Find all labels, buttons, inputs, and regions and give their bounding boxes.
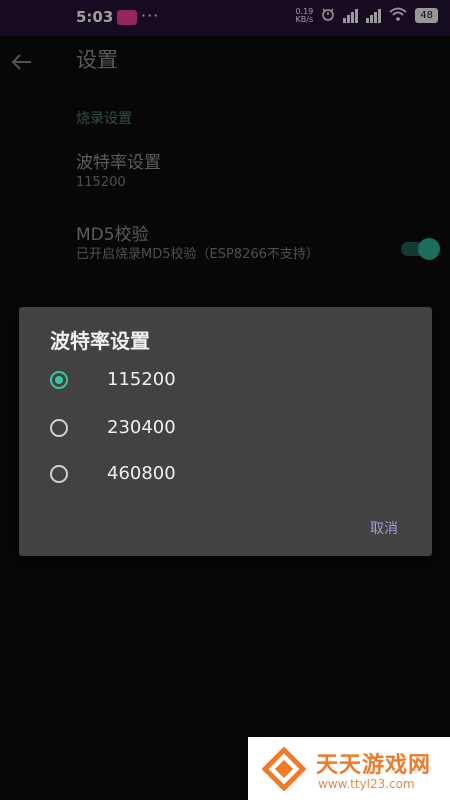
option-115200[interactable]: 115200	[19, 360, 432, 404]
option-label: 460800	[107, 463, 176, 484]
dialog-title: 波特率设置	[50, 329, 150, 353]
radio-checked-icon[interactable]	[50, 371, 68, 389]
radio-unchecked-icon[interactable]	[50, 465, 68, 483]
option-460800[interactable]: 460800	[19, 454, 432, 498]
watermark-logo-icon	[261, 746, 307, 792]
cancel-button[interactable]: 取消	[370, 518, 398, 538]
watermark: 天天游戏网 www.ttyl23.com	[248, 737, 450, 800]
watermark-url: www.ttyl23.com	[318, 777, 415, 791]
baud-rate-dialog: 波特率设置 115200 230400 460800 取消	[19, 307, 432, 556]
watermark-name: 天天游戏网	[316, 753, 432, 778]
option-label: 115200	[107, 369, 176, 390]
option-230400[interactable]: 230400	[19, 408, 432, 452]
radio-unchecked-icon[interactable]	[50, 419, 68, 437]
option-label: 230400	[107, 417, 176, 438]
